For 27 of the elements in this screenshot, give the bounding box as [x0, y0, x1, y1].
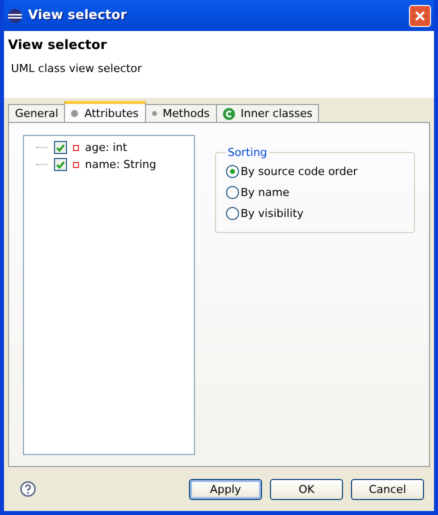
- header-title: View selector: [8, 38, 108, 53]
- tab[interactable]: Attributes: [64, 101, 146, 122]
- dialog-button[interactable]: Apply: [189, 478, 262, 500]
- group-title: Sorting: [226, 146, 268, 159]
- radio-option[interactable]: By visibility: [226, 205, 404, 222]
- radio-option[interactable]: By name: [226, 184, 404, 201]
- attribute-label: name: String: [85, 158, 156, 171]
- class-icon: [222, 108, 235, 120]
- tab[interactable]: Methods: [144, 104, 217, 122]
- field-icon: [73, 144, 79, 150]
- attribute-label: age: int: [85, 141, 128, 154]
- app-icon: [7, 8, 23, 24]
- dialog-button[interactable]: OK: [270, 478, 343, 500]
- close-icon: [414, 10, 426, 22]
- dialog-button[interactable]: Cancel: [351, 478, 424, 500]
- dot-icon: [71, 110, 78, 116]
- checkbox[interactable]: [54, 141, 67, 154]
- field-icon: [73, 162, 79, 168]
- window-title: View selector: [28, 8, 128, 23]
- close-button[interactable]: [409, 4, 431, 26]
- dot-icon: [152, 111, 157, 116]
- radio-option[interactable]: By source code order: [226, 163, 404, 180]
- help-icon[interactable]: [20, 481, 36, 497]
- tab[interactable]: Inner classes: [216, 104, 320, 122]
- checkbox[interactable]: [54, 158, 67, 171]
- header-description: UML class view selector: [10, 62, 143, 75]
- tab[interactable]: General: [8, 104, 66, 122]
